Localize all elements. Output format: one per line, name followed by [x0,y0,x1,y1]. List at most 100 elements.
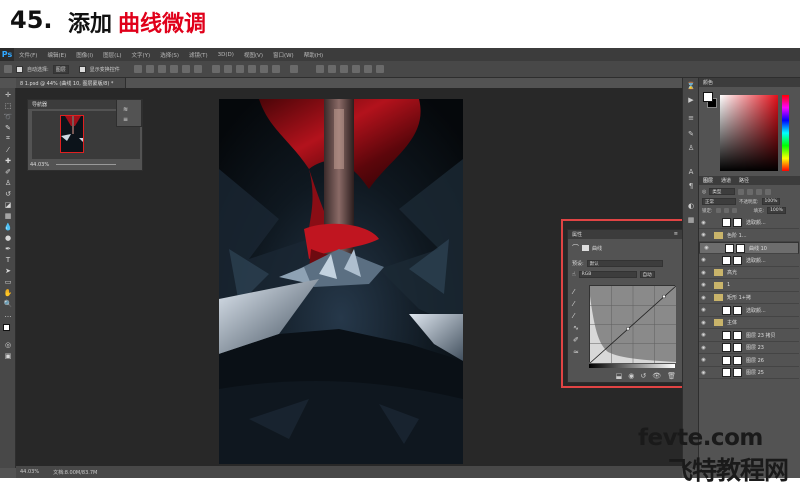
history-brush-icon[interactable]: ↺ [3,189,13,198]
properties-icon[interactable]: ≡ [686,114,696,122]
lock-position-icon[interactable] [723,208,729,213]
character-icon[interactable]: A [686,168,696,176]
delete-icon[interactable]: 🗑 [667,372,676,380]
view-previous-icon[interactable]: ◉ [628,372,634,380]
visibility-eye-icon[interactable]: ◉ [699,282,708,288]
3d-mode-icon[interactable] [315,65,324,73]
layer-mask-thumbnail[interactable] [733,255,742,265]
visibility-eye-icon[interactable]: ◉ [699,220,708,226]
align-right-icon[interactable] [193,65,202,73]
visibility-eye-icon[interactable]: ◉ [702,245,711,251]
filter-type-icon[interactable] [756,188,763,195]
info-icon[interactable]: ≡ [123,116,128,123]
auto-select-checkbox[interactable] [16,65,23,73]
paragraph-icon[interactable]: ¶ [686,182,696,190]
distribute-left-icon[interactable] [247,65,256,73]
layer-mask-thumbnail[interactable] [733,218,742,227]
layer-row[interactable]: ◉ 高光 [699,267,799,279]
distribute-middle-icon[interactable] [223,65,232,73]
zoom-tool-icon[interactable]: 🔍 [3,299,13,308]
3d-rotate-icon[interactable] [327,65,336,73]
hue-slider[interactable] [782,95,789,171]
lasso-tool-icon[interactable]: ➰ [3,112,13,121]
eyedropper-black-icon[interactable]: ⁄ [573,286,579,298]
3d-scale-icon[interactable] [375,65,384,73]
crop-tool-icon[interactable]: ⌗ [3,134,13,143]
opacity-input[interactable]: 100% [761,198,781,205]
layer-row[interactable]: ◉ 1 [699,280,799,292]
tab-layers[interactable]: 图层 [703,177,713,184]
clone-source-icon[interactable]: ♙ [686,144,696,152]
target-adjust-icon[interactable]: ☝ [572,271,576,278]
lock-pixels-icon[interactable] [715,208,721,213]
visibility-eye-icon[interactable]: ◉ [699,257,708,263]
layer-thumbnail[interactable] [722,218,731,227]
layer-row[interactable]: ◉ 色阶 1... [699,230,799,242]
move-tool-icon[interactable] [4,65,12,73]
filter-shape-icon[interactable] [765,188,772,195]
layer-mask-thumbnail[interactable] [733,305,742,315]
3d-slide-icon[interactable] [363,65,372,73]
more-tools-icon[interactable]: … [3,310,13,319]
layer-mask-thumbnail[interactable] [733,330,742,340]
preset-dropdown[interactable]: 默认 [586,260,663,267]
curves-graph[interactable] [589,285,677,364]
3d-pan-icon[interactable] [351,65,360,73]
visibility-eye-icon[interactable]: ◉ [699,370,708,376]
document-artwork[interactable] [219,99,463,464]
eyedropper-white-icon[interactable]: ⁄ [573,310,579,322]
layer-thumbnail[interactable] [722,330,731,340]
menu-window[interactable]: 窗口(W) [268,51,299,59]
clip-layer-icon[interactable]: ⬓ [616,372,623,380]
histogram-icon[interactable]: ≋ [123,106,128,113]
layer-row[interactable]: ◉ 选取颜... [699,305,799,317]
type-tool-icon[interactable]: T [3,255,13,264]
blend-mode-dropdown[interactable]: 正常 [702,198,736,205]
3d-roll-icon[interactable] [339,65,348,73]
screen-mode-icon[interactable]: ▣ [3,351,13,360]
align-bottom-icon[interactable] [157,65,166,73]
auto-select-dropdown[interactable]: 图层 [52,64,69,74]
menu-filter[interactable]: 滤镜(T) [184,51,213,59]
show-transform-checkbox[interactable] [78,65,86,73]
fill-input[interactable]: 100% [767,207,786,214]
document-tab[interactable]: 8 1.psd @ 44% (曲线 10, 图层蒙版/8) * [16,78,126,88]
panel-menu-icon[interactable]: ≡ [674,231,678,238]
clone-stamp-icon[interactable]: ♙ [3,178,13,187]
menu-edit[interactable]: 编辑(E) [42,51,71,59]
navigator-thumbnail[interactable] [60,115,84,153]
blur-tool-icon[interactable]: 💧 [3,222,13,231]
curve-point[interactable] [626,326,630,331]
foreground-swatch[interactable] [703,92,713,102]
layer-row[interactable]: ◉ 曲线 10 [699,242,799,254]
layer-row[interactable]: ◉ 矩形 1+拷 [699,292,799,304]
hand-tool-icon[interactable]: ✋ [3,288,13,297]
menu-select[interactable]: 选择(S) [155,51,184,59]
eraser-tool-icon[interactable]: ◪ [3,200,13,209]
color-field[interactable] [720,95,778,171]
brush-presets-icon[interactable]: ✎ [686,130,696,138]
distribute-center-icon[interactable] [259,65,268,73]
path-select-icon[interactable]: ➤ [3,266,13,275]
align-middle-icon[interactable] [145,65,154,73]
distribute-top-icon[interactable] [211,65,220,73]
gradient-tool-icon[interactable]: ▦ [3,211,13,220]
styles-icon[interactable]: ▦ [686,216,696,224]
layer-mask-thumbnail[interactable] [733,355,742,365]
visibility-eye-icon[interactable]: ◉ [699,332,708,338]
distribute-right-icon[interactable] [271,65,280,73]
align-center-icon[interactable] [181,65,190,73]
filter-adjust-icon[interactable] [747,188,754,195]
curve-point[interactable] [662,294,666,299]
eyedropper-gray-icon[interactable]: ⁄ [573,298,579,310]
align-top-icon[interactable] [133,65,142,73]
layer-row[interactable]: ◉ 选取颜... [699,255,799,267]
eyedropper-tool-icon[interactable]: ⁄ [3,145,13,154]
reset-icon[interactable]: ↺ [640,372,646,380]
healing-tool-icon[interactable]: ✚ [3,156,13,165]
filter-pixel-icon[interactable] [738,188,745,195]
history-icon[interactable]: ⌛ [686,82,696,90]
menu-type[interactable]: 文字(Y) [127,51,156,59]
marquee-tool-icon[interactable]: ⬚ [3,101,13,110]
menu-file[interactable]: 文件(F) [14,51,42,59]
